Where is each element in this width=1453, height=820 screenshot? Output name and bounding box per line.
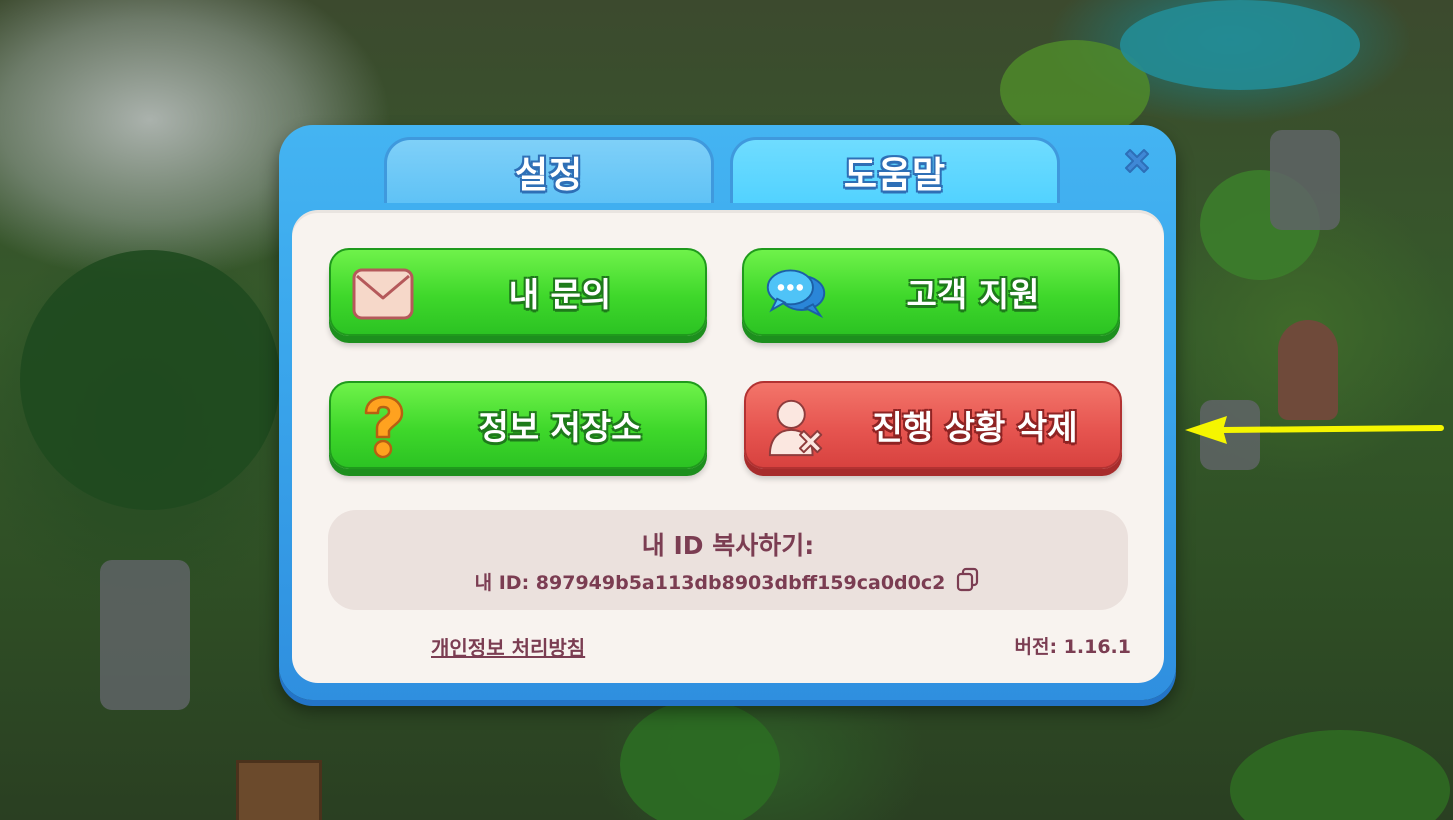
info-storage-label: 정보 저장소: [478, 408, 642, 447]
tab-settings-label: 설정: [514, 154, 584, 196]
close-icon: [1125, 149, 1149, 173]
character-decoration: [1278, 320, 1338, 420]
close-button[interactable]: [1117, 141, 1157, 181]
foliage-decoration: [620, 700, 780, 820]
question-mark-icon: [351, 395, 415, 459]
customer-support-label: 고객 지원: [906, 275, 1040, 314]
user-id-text: 내 ID: 897949b5a113db8903dbff159ca0d0c2: [474, 572, 946, 594]
delete-progress-label: 진행 상황 삭제: [872, 408, 1078, 447]
user-id-line: 내 ID: 897949b5a113db8903dbff159ca0d0c2: [328, 566, 1128, 597]
rock-decoration: [1270, 130, 1340, 230]
copy-id-title: 내 ID 복사하기:: [641, 531, 815, 560]
my-inquiry-button[interactable]: 내 문의: [329, 248, 707, 336]
help-dialog: 설정 도움말 내 문의 고객 지원 정보 저장소 진행 상황 삭제 내 ID 복…: [279, 125, 1176, 700]
user-delete-icon: [766, 395, 830, 459]
help-panel: 내 문의 고객 지원 정보 저장소 진행 상황 삭제 내 ID 복사하기: 내 …: [292, 210, 1164, 683]
chat-bubbles-icon: [764, 262, 828, 326]
copy-icon[interactable]: [955, 566, 981, 597]
yellow-arrow-annotation: [1185, 416, 1444, 444]
foliage-decoration: [20, 250, 280, 510]
info-storage-button[interactable]: 정보 저장소: [329, 381, 707, 469]
envelope-icon: [351, 262, 415, 326]
foliage-decoration: [1230, 730, 1450, 820]
delete-progress-button[interactable]: 진행 상황 삭제: [744, 381, 1122, 469]
tab-help[interactable]: 도움말: [730, 137, 1060, 203]
tab-help-label: 도움말: [843, 154, 947, 196]
customer-support-button[interactable]: 고객 지원: [742, 248, 1120, 336]
water-decoration: [1120, 0, 1360, 90]
rock-decoration: [100, 560, 190, 710]
tab-settings[interactable]: 설정: [384, 137, 714, 203]
copy-id-box[interactable]: 내 ID 복사하기: 내 ID: 897949b5a113db8903dbff1…: [328, 510, 1128, 610]
crate-decoration: [236, 760, 322, 820]
game-background: 설정 도움말 내 문의 고객 지원 정보 저장소 진행 상황 삭제 내 ID 복…: [0, 0, 1453, 820]
version-label: 버전: 1.16.1: [1014, 636, 1132, 658]
privacy-policy-link[interactable]: 개인정보 처리방침: [431, 632, 585, 661]
my-inquiry-label: 내 문의: [508, 275, 612, 314]
